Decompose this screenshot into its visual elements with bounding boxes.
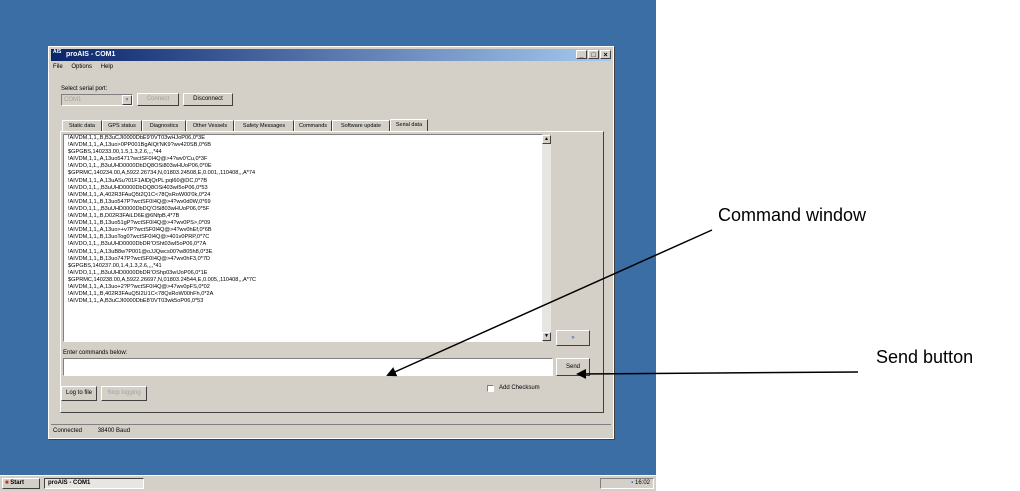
serial-line: !AIVDM,1,1,,B,13uo547P?wctSF0I4Q@>4?wv0d… bbox=[68, 198, 211, 205]
annotation-command-window: Command window bbox=[718, 205, 867, 225]
tab-static-data[interactable]: Static data bbox=[62, 120, 102, 131]
close-button[interactable]: × bbox=[600, 50, 611, 59]
command-input[interactable] bbox=[63, 358, 553, 376]
serial-data-scrollbar[interactable]: ▲ ▼ bbox=[542, 135, 551, 341]
serial-line: !AIVDM,1,1,,B,13uo51gP?wctSF0I4Q@>4?wv0P… bbox=[68, 220, 211, 227]
menu-options[interactable]: Options bbox=[71, 64, 92, 70]
start-label: Start bbox=[10, 480, 24, 486]
taskbar: ■ Start proAIS - COM1 ▪ 16:02 bbox=[0, 475, 656, 491]
tab-serial-data[interactable]: Serial data bbox=[390, 119, 428, 131]
serial-data-output[interactable]: !AIVDM,1,1,,B,B3uCJI0000DbE9'0VT03wHJoP0… bbox=[63, 134, 543, 342]
start-button[interactable]: ■ Start bbox=[2, 478, 40, 489]
clock: 16:02 bbox=[634, 480, 650, 486]
serial-line: !AIVDM,1,1,,B,13uo747P?wctSF0I4Q@>47wv0h… bbox=[68, 255, 211, 262]
serial-line: $GPRMC,140238.00,A,5922.26697,N,01803.24… bbox=[68, 276, 257, 283]
window-title: proAIS - COM1 bbox=[66, 51, 116, 58]
log-to-file-button[interactable]: Log to file bbox=[61, 386, 97, 401]
serial-line: !AIVDM,1,1,,A,13uo>+v7P?wctSF0I4Q@>4?wv0… bbox=[68, 227, 212, 234]
tab-software-update[interactable]: Software update bbox=[332, 120, 390, 131]
menu-bar: File Options Help bbox=[53, 62, 120, 72]
tab-gps-status[interactable]: GPS status bbox=[102, 120, 142, 131]
serial-line: $GPGBS,140237.00,1.4,1.3,2.6,,,,*41 bbox=[68, 262, 162, 269]
send-button[interactable]: Send bbox=[556, 358, 590, 376]
select-serial-port-label: Select serial port: bbox=[61, 86, 108, 92]
proais-window: AIS proAIS - COM1 _ □ × File Options Hel… bbox=[48, 46, 614, 439]
title-bar: AIS proAIS - COM1 _ □ × bbox=[51, 49, 611, 61]
serial-line: !AIVDM,1,1,,B,D02R3FAiLD6E@6NfpB,4*7B bbox=[68, 213, 180, 220]
annotation-send-button: Send button bbox=[876, 347, 974, 367]
windows-logo-icon: ■ bbox=[5, 480, 9, 486]
serial-line: !AIVDO,1,1,,,B3uUHD0000DbDQ8OSi403wI5oP0… bbox=[68, 184, 208, 191]
side-scroll-button[interactable]: » bbox=[556, 330, 590, 346]
add-checksum-label: Add Checksum bbox=[499, 385, 540, 391]
add-checksum-checkbox[interactable] bbox=[487, 385, 494, 392]
status-connected: Connected bbox=[53, 428, 83, 434]
serial-line: !AIVDM,1,1,,A,B3uCJI0000DbE8'0VT03wk5oP0… bbox=[68, 298, 204, 305]
system-tray: ▪ 16:02 bbox=[600, 478, 654, 489]
menu-help[interactable]: Help bbox=[101, 64, 113, 70]
taskbar-item-proais[interactable]: proAIS - COM1 bbox=[44, 478, 144, 489]
tab-diagnostics[interactable]: Diagnostics bbox=[142, 120, 186, 131]
chevron-down-icon[interactable]: ▼ bbox=[122, 95, 132, 105]
stop-logging-button[interactable]: Stop logging bbox=[101, 386, 147, 401]
enter-commands-label: Enter commands below: bbox=[63, 350, 128, 356]
serial-line: !AIVDM,1,1,,A,13uASu?01F1AIDjQrPL;pql60@… bbox=[68, 177, 208, 184]
status-baud: 38400 Baud bbox=[97, 428, 131, 434]
serial-line: $GPGBS,140233.00,1.5,1.3,2.6,,,,*44 bbox=[68, 149, 162, 156]
scroll-up-icon[interactable]: ▲ bbox=[542, 135, 551, 144]
serial-line: !AIVDM,1,1,,A,13uo>0PP001BgAIQt'NK9?wv42… bbox=[68, 142, 212, 149]
maximize-button[interactable]: □ bbox=[588, 50, 599, 59]
minimize-button[interactable]: _ bbox=[576, 50, 587, 59]
serial-line: !AIVDM,1,1,,A,13uo5471?wctSF0I4Q@>4?wv0'… bbox=[68, 156, 208, 163]
serial-line: !AIVDM,1,1,,A,13uo+2?P?wctSF0I4Q@>47wv0p… bbox=[68, 283, 210, 290]
tab-other-vessels[interactable]: Other Vessels bbox=[186, 120, 234, 131]
app-icon: AIS bbox=[53, 49, 62, 55]
serial-line: !AIVDO,1,1,,,B3uUHD0000DbDQ8OSi803wHUoP0… bbox=[68, 163, 212, 170]
menu-file[interactable]: File bbox=[53, 64, 63, 70]
serial-line: !AIVDO,1,1,,,B3uUHD0000DbDR'OSht03wI5oP0… bbox=[68, 241, 207, 248]
connect-button[interactable]: Connect bbox=[137, 93, 179, 106]
disconnect-button[interactable]: Disconnect bbox=[183, 93, 233, 106]
serial-line: !AIVDM,1,1,,A,402R3FAuQ5t2Q1C<78QsRoW00'… bbox=[68, 191, 211, 198]
tab-safety-messages[interactable]: Safety Messages bbox=[234, 120, 294, 131]
serial-line: !AIVDO,1,1,,,B3uUHD0000DbDR'OShp03wIJoP0… bbox=[68, 269, 208, 276]
serial-line: !AIVDM,1,1,,B,B3uCJI0000DbE9'0VT03wHJoP0… bbox=[68, 135, 205, 141]
status-bar: Connected 38400 Baud bbox=[51, 424, 611, 437]
scroll-down-icon[interactable]: ▼ bbox=[542, 332, 551, 341]
tab-commands[interactable]: Commands bbox=[294, 120, 332, 131]
serial-port-value: COM1 bbox=[64, 97, 82, 103]
serial-line: !AIVDM,1,1,,B,402R3FAuQ5I2U1C<78QsRoW00h… bbox=[68, 291, 214, 298]
serial-port-combo[interactable]: COM1 ▼ bbox=[61, 94, 133, 106]
serial-line: !AIVDO,1,1,,,B3uUHD0000DbDQ'OSi803wHUoP0… bbox=[68, 205, 210, 212]
taskbar-app-label: proAIS - COM1 bbox=[48, 480, 91, 486]
network-icon: ▪ bbox=[631, 480, 634, 486]
serial-line: !AIVDM,1,1,,B,13uoTog07wctSF0I4Q@>401v0P… bbox=[68, 234, 210, 241]
serial-line: !AIVDM,1,1,,A,13uB8w?P001@oJJQwcs00?w805… bbox=[68, 248, 213, 255]
serial-line: $GPRMC,140234.00,A,5922.26734,N,01803.24… bbox=[68, 170, 256, 177]
